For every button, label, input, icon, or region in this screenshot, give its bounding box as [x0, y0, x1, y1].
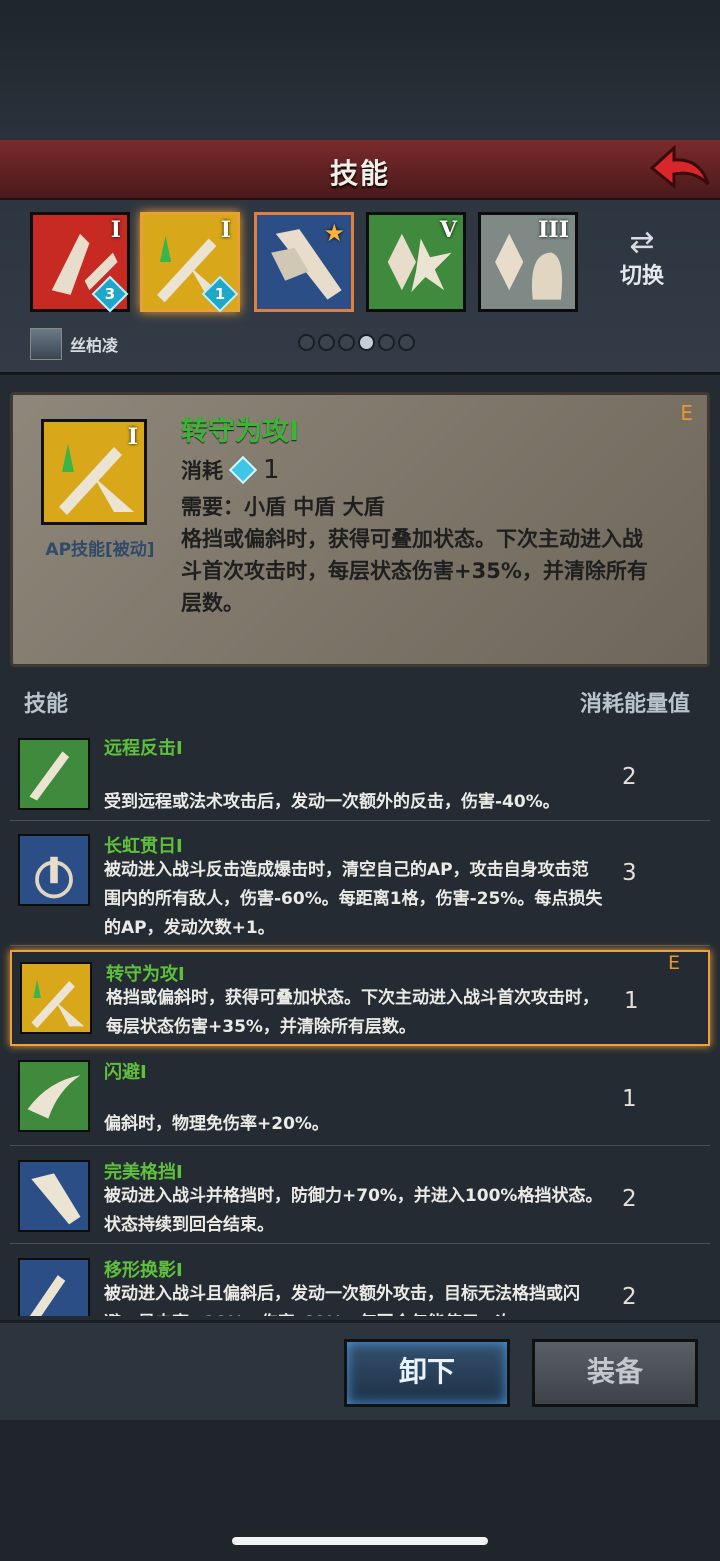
- list-item[interactable]: 闪避I 偏斜时，物理免伤率+20%。 1: [10, 1050, 710, 1146]
- gem-icon: [228, 455, 258, 485]
- skill-cost: 3: [622, 860, 637, 886]
- equip-button[interactable]: 装备: [532, 1339, 698, 1407]
- top-backdrop: [0, 0, 720, 140]
- skill-cost: 2: [622, 1186, 637, 1212]
- skill-name: 远程反击I: [104, 738, 183, 759]
- skill-icon: [18, 834, 90, 906]
- list-item-selected[interactable]: E 转守为攻I 格挡或偏斜时，获得可叠加状态。下次主动进入战斗首次攻击时，每层状…: [10, 950, 710, 1046]
- skill-name: 完美格挡I: [104, 1162, 183, 1183]
- cost-value: 1: [263, 455, 280, 485]
- avatar: [30, 328, 62, 360]
- action-bar: 卸下 装备: [0, 1320, 720, 1420]
- page-dot: [298, 334, 315, 351]
- page-dot: [338, 334, 355, 351]
- skill-description: 偏斜时，物理免伤率+20%。: [104, 1114, 329, 1134]
- column-skill: 技能: [24, 692, 69, 717]
- page-dot: [318, 334, 335, 351]
- skill-slot-1[interactable]: I 3: [30, 212, 130, 313]
- home-indicator[interactable]: [232, 1537, 488, 1545]
- skill-slot-3[interactable]: ★: [254, 212, 354, 312]
- skill-description: 格挡或偏斜时，获得可叠加状态。下次主动进入战斗首次攻击时，每层状态伤害+35%，…: [181, 527, 648, 615]
- skill-name: 移形换影I: [104, 1260, 183, 1281]
- skill-cost: 1: [622, 1086, 637, 1112]
- skill-name: 转守为攻I: [106, 964, 185, 985]
- skill-slot-5[interactable]: III: [478, 212, 578, 312]
- skill-name: 转守为攻I: [181, 416, 300, 447]
- skill-icon: [18, 1258, 90, 1316]
- list-item[interactable]: 长虹贯日I 被动进入战斗反击造成爆击时，清空自己的AP，攻击自身攻击范围内的所有…: [10, 824, 710, 946]
- skill-cost: 1: [624, 988, 639, 1014]
- skill-cost: 2: [622, 764, 637, 790]
- skill-detail-panel: E I AP技能[被动] 转守为攻I 消耗 1 需要：小盾 中盾 大盾 格挡或偏…: [10, 392, 710, 667]
- list-item[interactable]: 移形换影I 被动进入战斗且偏斜后，发动一次额外攻击，目标无法格挡或闪避，暴击率+…: [10, 1248, 710, 1316]
- skill-icon: [18, 738, 90, 810]
- list-item[interactable]: 完美格挡I 被动进入战斗并格挡时，防御力+70%，并进入100%格挡状态。状态持…: [10, 1150, 710, 1244]
- column-energy-cost: 消耗能量值: [579, 692, 690, 717]
- skill-cost: 2: [622, 1284, 637, 1310]
- swap-arrows-icon: ⇄: [629, 225, 655, 260]
- character-info: 丝柏凌: [30, 328, 118, 360]
- page-dot-active: [358, 334, 375, 351]
- skill-cost: 消耗 1: [181, 455, 280, 485]
- skill-icon-bar: I 3 I 1 ★ V III ⇄ 切换 丝柏凌: [0, 200, 720, 375]
- skill-description: 被动进入战斗反击造成爆击时，清空自己的AP，攻击自身攻击范围内的所有敌人，伤害-…: [104, 860, 603, 938]
- header-bar: 技能: [0, 140, 720, 200]
- character-name: 丝柏凌: [70, 336, 119, 355]
- skill-list-header: 技能 消耗能量值: [0, 678, 720, 722]
- unequip-button[interactable]: 卸下: [344, 1339, 510, 1407]
- skill-icon: [18, 1060, 90, 1132]
- star-icon: ★: [323, 219, 345, 247]
- page-indicator: [298, 334, 415, 351]
- skill-description: 格挡或偏斜时，获得可叠加状态。下次主动进入战斗首次攻击时，每层状态伤害+35%，…: [106, 988, 599, 1037]
- skill-level: III: [538, 217, 569, 243]
- skill-type: AP技能[被动]: [45, 540, 155, 560]
- skill-level: I: [127, 424, 138, 450]
- skill-slot-4[interactable]: V: [366, 212, 466, 312]
- page-dot: [398, 334, 415, 351]
- detail-skill-icon: I: [41, 419, 147, 525]
- switch-button[interactable]: ⇄ 切换: [604, 228, 680, 290]
- switch-label: 切换: [619, 264, 664, 289]
- skill-icon: [18, 1160, 90, 1232]
- skill-description: 被动进入战斗并格挡时，防御力+70%，并进入100%格挡状态。状态持续到回合结束…: [104, 1186, 603, 1235]
- page-dot: [378, 334, 395, 351]
- skill-level: I: [220, 217, 231, 243]
- cost-label: 消耗: [181, 459, 223, 483]
- tier-label: E: [668, 952, 681, 974]
- skill-name: 长虹贯日I: [104, 836, 183, 857]
- skill-list[interactable]: 远程反击I 受到远程或法术攻击后，发动一次额外的反击，伤害-40%。 2 长虹贯…: [0, 726, 720, 1316]
- skill-description: 受到远程或法术攻击后，发动一次额外的反击，伤害-40%。: [104, 792, 560, 812]
- skill-description: 被动进入战斗且偏斜后，发动一次额外攻击，目标无法格挡或闪避，暴击率+20%，伤害…: [104, 1284, 580, 1316]
- skill-icon: [20, 962, 92, 1034]
- skill-level: I: [110, 217, 121, 243]
- page-title: 技能: [329, 157, 390, 190]
- skill-name: 闪避I: [104, 1062, 147, 1083]
- tier-label: E: [680, 401, 693, 425]
- skill-slot-2[interactable]: I 1: [140, 212, 240, 313]
- skill-requirements: 需要：小盾 中盾 大盾: [181, 495, 385, 519]
- back-arrow-icon[interactable]: [648, 144, 712, 194]
- list-item[interactable]: 远程反击I 受到远程或法术攻击后，发动一次额外的反击，伤害-40%。 2: [10, 726, 710, 821]
- skill-level: V: [439, 217, 457, 243]
